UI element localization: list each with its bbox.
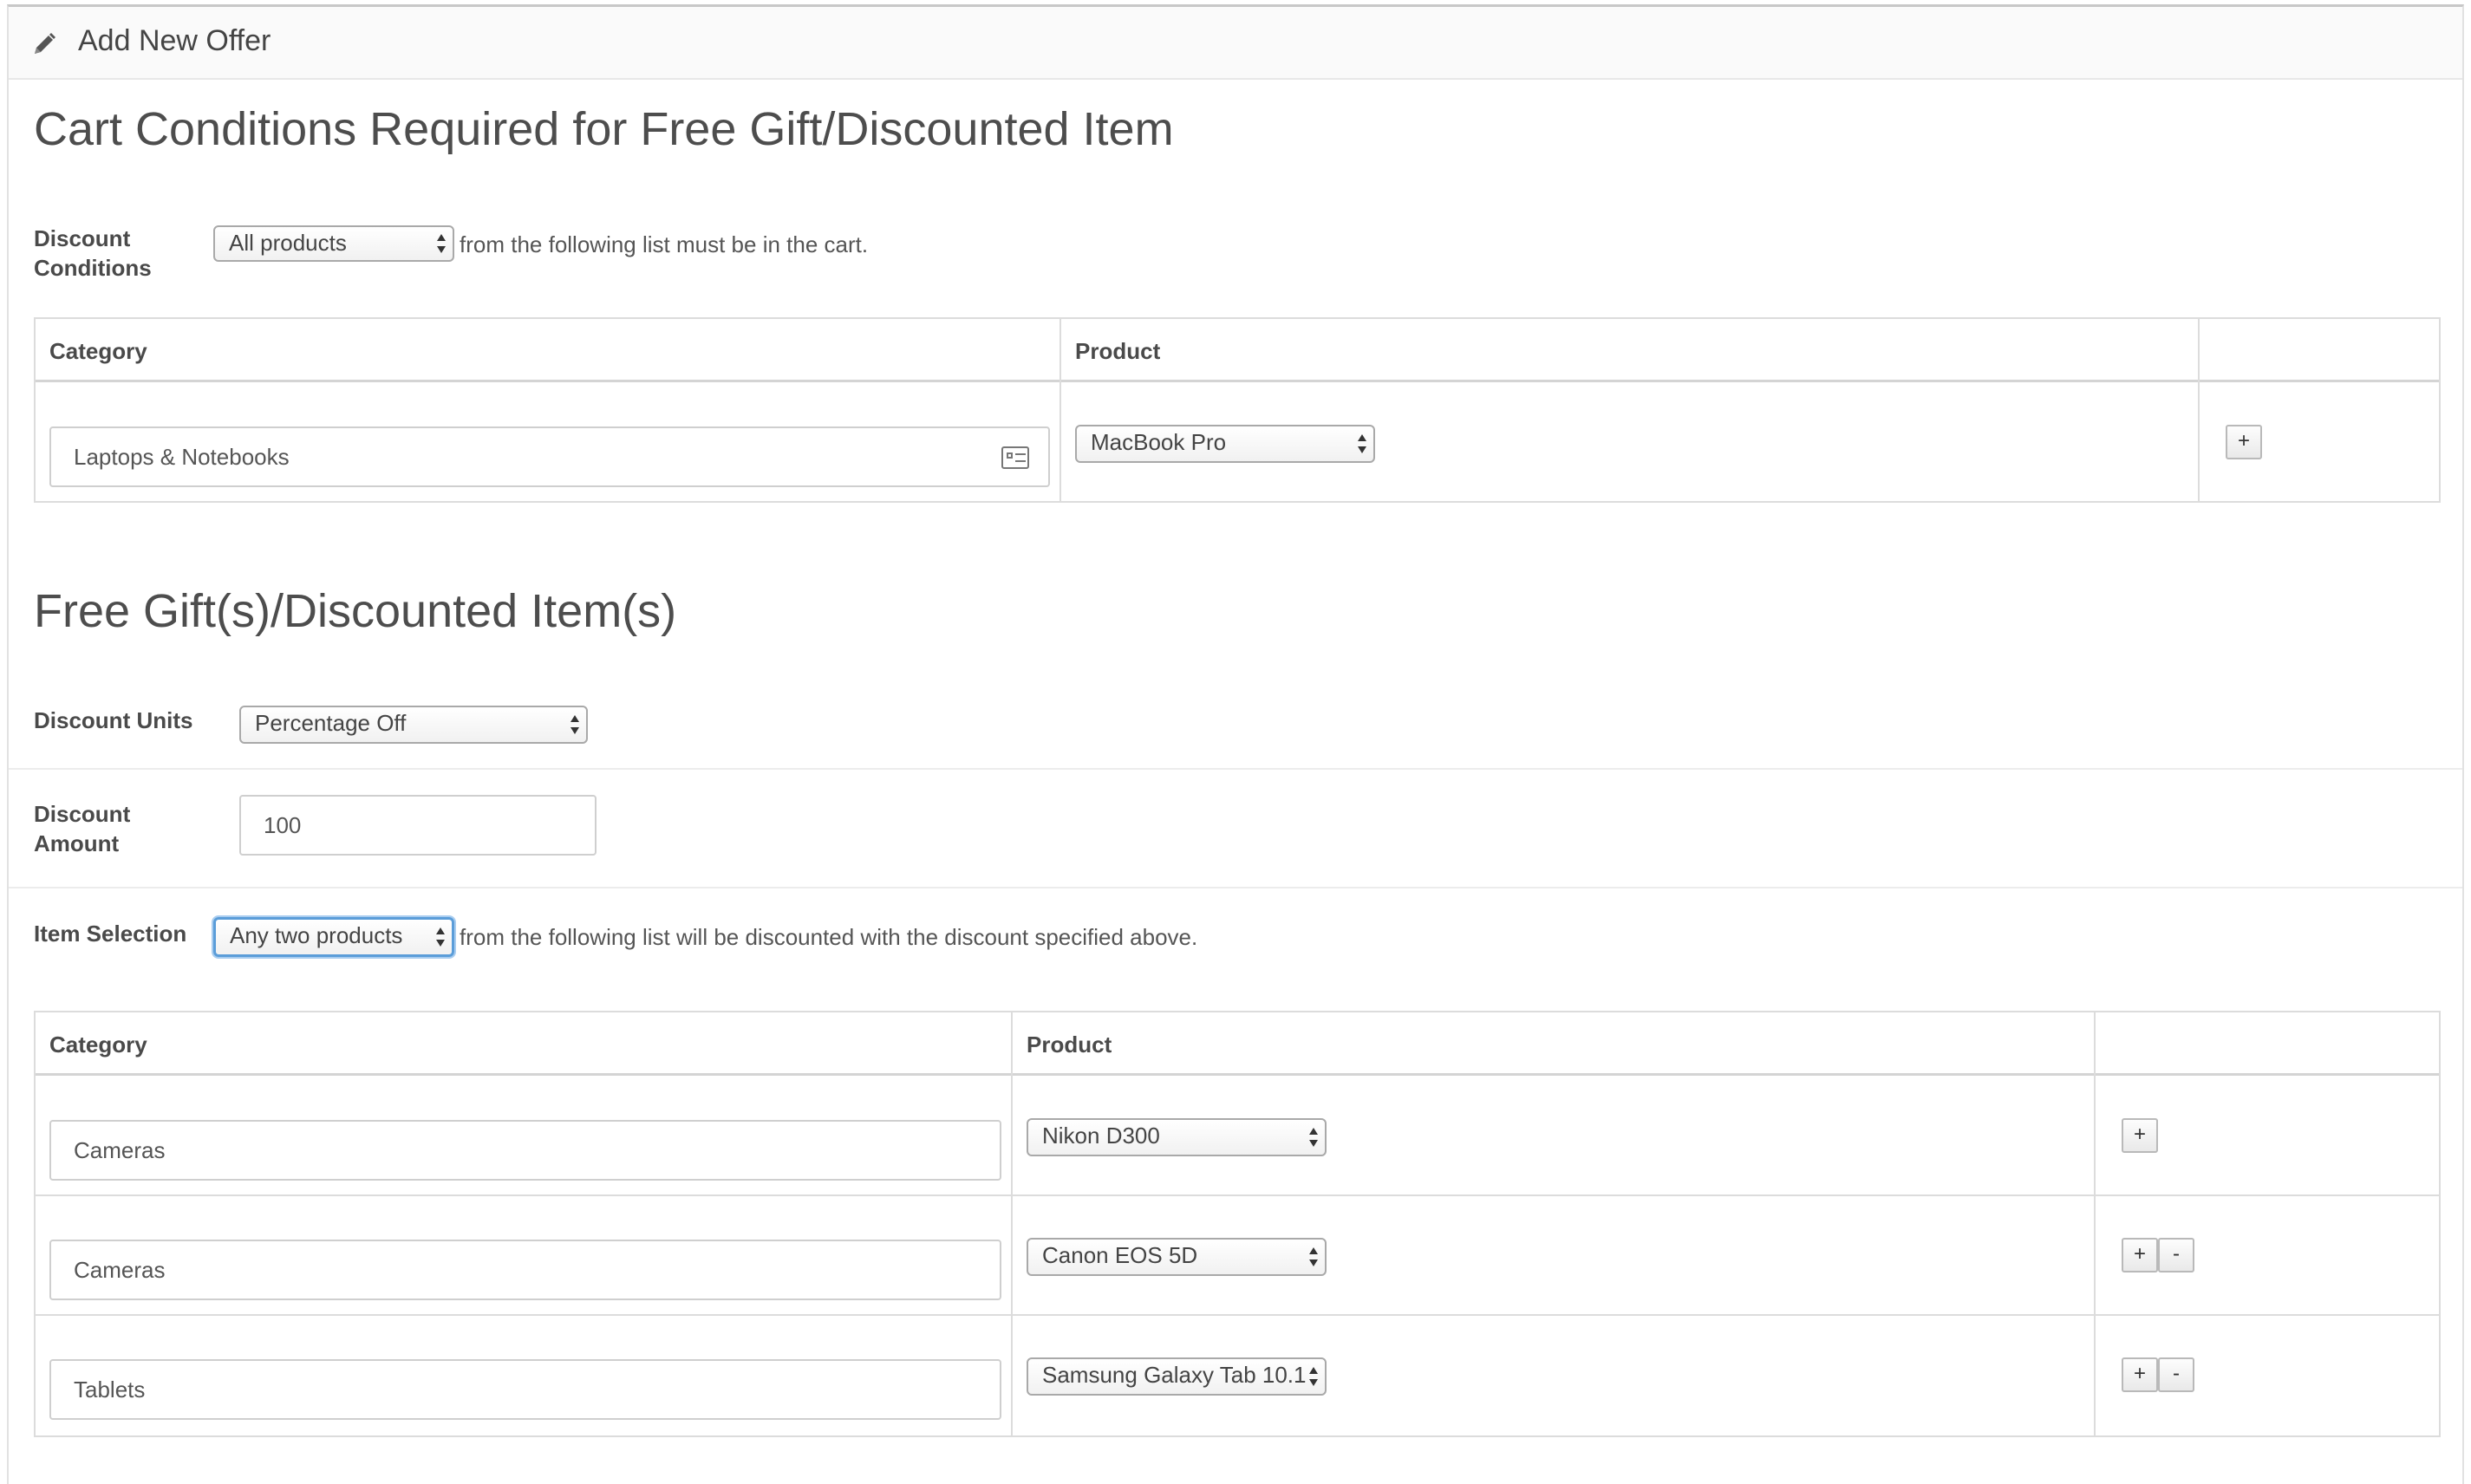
gift-product-value: Samsung Galaxy Tab 10.1: [1042, 1362, 1307, 1388]
gifts-col-divider-2: [2094, 1012, 2096, 1435]
form-divider: [9, 887, 2462, 888]
gifts-header-divider: [36, 1073, 2439, 1076]
discount-amount-label-line2: Amount: [34, 830, 120, 856]
discount-conditions-select[interactable]: All products: [213, 225, 454, 262]
discount-amount-value: 100: [264, 811, 302, 838]
conditions-col-divider-2: [2198, 319, 2200, 501]
gift-product-select[interactable]: Samsung Galaxy Tab 10.1: [1027, 1357, 1327, 1396]
gift-product-select[interactable]: Nikon D300: [1027, 1118, 1327, 1156]
discount-conditions-label-line1: Discount: [34, 225, 131, 251]
select-arrows-icon: [1309, 1247, 1318, 1266]
gift-product-select[interactable]: Canon EOS 5D: [1027, 1238, 1327, 1276]
cart-conditions-heading: Cart Conditions Required for Free Gift/D…: [34, 103, 1174, 155]
conditions-header-divider: [36, 380, 2439, 382]
item-selection-label: Item Selection: [34, 921, 187, 947]
gift-category-value: Tablets: [74, 1376, 146, 1403]
select-arrows-icon: [437, 234, 446, 253]
free-gifts-heading: Free Gift(s)/Discounted Item(s): [34, 585, 677, 637]
select-arrows-icon: [436, 928, 445, 947]
condition-product-select[interactable]: MacBook Pro: [1075, 425, 1375, 463]
discount-units-label: Discount Units: [34, 707, 193, 733]
discount-conditions-label-line2: Conditions: [34, 255, 152, 281]
conditions-col-category: Category: [49, 338, 147, 364]
add-offer-panel: Add New Offer Cart Conditions Required f…: [7, 4, 2464, 1484]
gifts-table: Category Product Cameras Nikon D300 + Ca…: [34, 1011, 2441, 1437]
conditions-col-product: Product: [1075, 338, 1161, 364]
gifts-row-divider: [36, 1314, 2439, 1316]
select-arrows-icon: [1309, 1128, 1318, 1147]
select-arrows-icon: [570, 715, 579, 734]
item-selection-text: from the following list will be discount…: [460, 924, 1198, 950]
gift-category-value: Cameras: [74, 1136, 166, 1163]
condition-category-input[interactable]: Laptops & Notebooks: [49, 426, 1050, 487]
gifts-col-divider-1: [1011, 1012, 1013, 1435]
gift-product-value: Nikon D300: [1042, 1123, 1160, 1149]
add-gift-row-button[interactable]: +: [2122, 1118, 2158, 1153]
conditions-table: Category Product Laptops & Notebooks Mac…: [34, 317, 2441, 503]
conditions-col-divider-1: [1059, 319, 1061, 501]
item-selection-select[interactable]: Any two products: [213, 917, 454, 957]
select-arrows-icon: [1309, 1367, 1318, 1386]
form-divider: [9, 768, 2462, 770]
discount-conditions-select-value: All products: [229, 230, 347, 256]
discount-conditions-label: Discount Conditions: [34, 224, 152, 283]
gift-category-input[interactable]: Cameras: [49, 1120, 1001, 1181]
discount-conditions-text: from the following list must be in the c…: [460, 231, 869, 257]
select-arrows-icon: [1358, 434, 1366, 453]
discount-units-select-value: Percentage Off: [255, 710, 407, 736]
gift-category-input[interactable]: Cameras: [49, 1240, 1001, 1300]
remove-gift-row-button[interactable]: -: [2158, 1357, 2194, 1392]
discount-units-select[interactable]: Percentage Off: [239, 706, 588, 744]
remove-gift-row-button[interactable]: -: [2158, 1238, 2194, 1272]
item-selection-select-value: Any two products: [230, 922, 403, 948]
pencil-icon: [35, 33, 55, 54]
condition-category-value: Laptops & Notebooks: [74, 443, 290, 470]
add-gift-row-button[interactable]: +: [2122, 1238, 2158, 1272]
discount-amount-label: Discount Amount: [34, 799, 130, 858]
add-condition-row-button[interactable]: +: [2226, 425, 2262, 459]
discount-amount-label-line1: Discount: [34, 801, 131, 827]
gift-product-value: Canon EOS 5D: [1042, 1242, 1198, 1268]
panel-title: Add New Offer: [78, 24, 271, 57]
gifts-col-product: Product: [1027, 1032, 1112, 1058]
category-list-icon[interactable]: [1001, 446, 1029, 469]
gifts-col-category: Category: [49, 1032, 147, 1058]
gift-category-input[interactable]: Tablets: [49, 1359, 1001, 1420]
panel-heading: Add New Offer: [9, 7, 2462, 80]
add-gift-row-button[interactable]: +: [2122, 1357, 2158, 1392]
condition-product-value: MacBook Pro: [1091, 429, 1227, 455]
discount-amount-input[interactable]: 100: [239, 795, 597, 856]
gifts-row-divider: [36, 1194, 2439, 1196]
gift-category-value: Cameras: [74, 1256, 166, 1283]
